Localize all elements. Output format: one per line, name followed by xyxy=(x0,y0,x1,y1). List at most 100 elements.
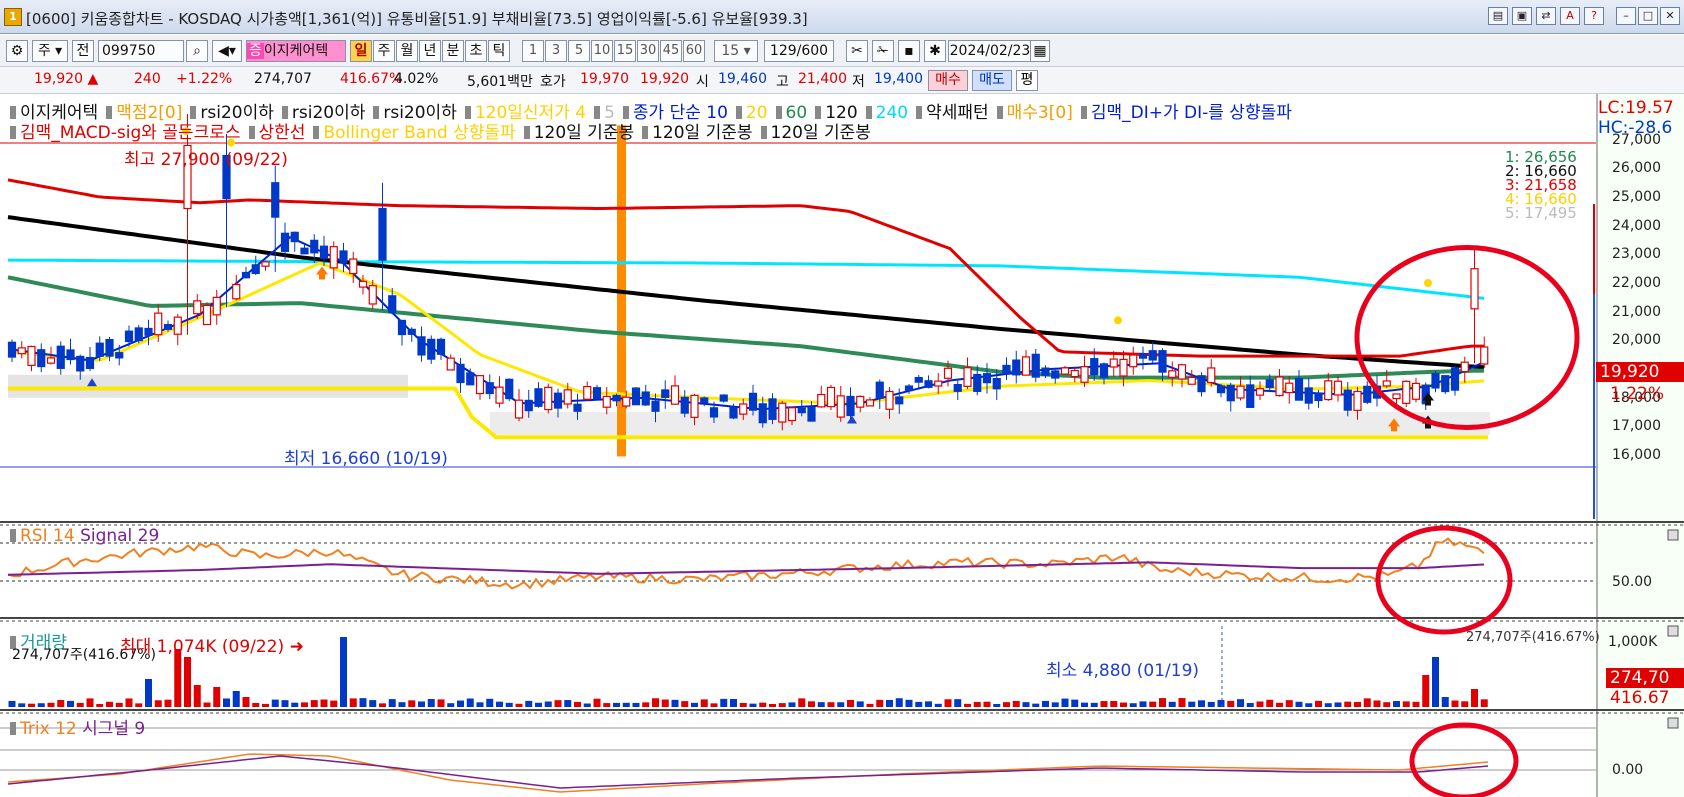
close-icon[interactable]: ✕ xyxy=(1660,7,1680,25)
candle-body xyxy=(1255,388,1265,396)
candle-body xyxy=(1051,370,1060,379)
volume-bar xyxy=(496,701,503,707)
legend-item[interactable]: 김맥_DI+가 DI-를 상향돌파 xyxy=(1091,103,1292,123)
candle-body xyxy=(963,367,972,387)
volume-bar xyxy=(1207,701,1215,707)
legend-item[interactable]: 120일 기준봉 xyxy=(652,123,752,143)
minute-tab-2[interactable]: 5 xyxy=(568,40,590,62)
tools-icon[interactable]: ✂ xyxy=(846,40,868,62)
code-input[interactable]: 099750 xyxy=(98,40,184,62)
candle-body xyxy=(778,402,787,423)
link-icon[interactable]: ⇄ xyxy=(1536,7,1556,25)
legend-item[interactable]: 매수3[0] xyxy=(1007,103,1073,123)
volume-bar xyxy=(973,702,981,707)
legend-item[interactable]: 120일 기준봉 xyxy=(771,123,871,143)
period-tab-6[interactable]: 틱 xyxy=(488,40,510,62)
search-icon[interactable]: ⌕ xyxy=(186,40,208,62)
legend-item[interactable]: 상한선 xyxy=(259,123,306,143)
volume-bar xyxy=(301,702,308,707)
price-tick: 26,000 xyxy=(1612,160,1661,177)
indicator-prefix: 증 xyxy=(247,43,264,59)
minute-tab-4[interactable]: 15 xyxy=(614,40,636,62)
save-icon[interactable]: ▪ xyxy=(898,40,920,62)
volume-bar xyxy=(730,698,737,707)
candle-body xyxy=(475,375,485,395)
candle-body xyxy=(1314,392,1323,402)
prev-button[interactable]: 전 xyxy=(72,40,94,62)
candle-body xyxy=(115,352,124,359)
candle-body xyxy=(690,394,699,418)
minute-tab-5[interactable]: 30 xyxy=(637,40,659,62)
chart-area[interactable] xyxy=(0,94,1684,797)
candle-body xyxy=(563,389,572,405)
period-select[interactable]: 주 ▾ xyxy=(32,40,68,62)
minimize-icon[interactable]: – xyxy=(1616,7,1636,25)
candle-body xyxy=(300,247,309,255)
sell-button[interactable]: 매도 xyxy=(972,70,1012,91)
indicator-button[interactable]: 증 이지케어텍 xyxy=(246,40,346,62)
price-tick: 17,000 xyxy=(1612,418,1661,435)
candle-body xyxy=(456,363,465,384)
candle-body xyxy=(1138,353,1148,359)
period-tab-2[interactable]: 월 xyxy=(396,40,418,62)
candle-body xyxy=(358,280,368,288)
minute-tab-3[interactable]: 10 xyxy=(591,40,613,62)
volume-bar xyxy=(330,700,338,707)
volume-bar xyxy=(1217,699,1225,707)
date-input[interactable]: 2024/02/23 xyxy=(948,40,1032,62)
minute-select[interactable]: 15 ▾ xyxy=(714,40,758,62)
candle-body xyxy=(1382,380,1391,387)
candle-body xyxy=(46,357,56,364)
help-icon[interactable]: ? xyxy=(1584,7,1604,25)
period-tab-4[interactable]: 분 xyxy=(442,40,464,62)
period-tab-0[interactable]: 일 xyxy=(350,40,372,62)
volume-bar xyxy=(993,703,1001,707)
legend-item[interactable]: 120일 기준봉 xyxy=(534,123,634,143)
volume-bar xyxy=(1461,701,1469,707)
speaker-icon[interactable]: ◀▾ xyxy=(212,40,242,62)
candle-body xyxy=(1187,376,1196,385)
settings-icon[interactable]: ✱ xyxy=(924,40,946,62)
buy-button[interactable]: 매수 xyxy=(928,70,968,91)
minute-tab-6[interactable]: 45 xyxy=(660,40,682,62)
legend-item[interactable]: 240 xyxy=(876,103,908,123)
maximize-icon[interactable]: □ xyxy=(1638,7,1658,25)
candle-body xyxy=(670,385,680,405)
window-icon[interactable]: ▣ xyxy=(1512,7,1532,25)
minute-tab-1[interactable]: 3 xyxy=(545,40,567,62)
period-tab-5[interactable]: 초 xyxy=(465,40,487,62)
volume-max-text: 최대 1,074K (09/22) xyxy=(120,637,285,657)
candle-body xyxy=(1168,370,1177,378)
period-tab-1[interactable]: 주 xyxy=(373,40,395,62)
open-value: 19,460 xyxy=(718,71,767,87)
minute-tab-7[interactable]: 60 xyxy=(683,40,705,62)
volume-bar xyxy=(18,703,26,707)
pane-close-icon xyxy=(1667,625,1679,637)
avg-button[interactable]: 평 xyxy=(1016,70,1038,91)
layout-icon[interactable]: ▤ xyxy=(1488,7,1508,25)
legend-item[interactable]: 약세패턴 xyxy=(926,103,989,123)
candle-body xyxy=(1060,367,1070,375)
volume-bar xyxy=(876,699,884,707)
candle-body xyxy=(144,327,153,336)
volume-bar xyxy=(710,703,718,707)
calendar-icon[interactable]: ▦ xyxy=(1030,40,1050,62)
legend-item[interactable]: Bollinger Band 상향돌파 xyxy=(323,123,515,143)
scissor-icon[interactable]: ✁ xyxy=(872,40,894,62)
count-input[interactable]: 129/600 xyxy=(764,40,834,62)
candle-body xyxy=(1080,366,1089,383)
candle-body xyxy=(553,392,563,409)
candle-body xyxy=(319,245,329,259)
volume-bar xyxy=(554,700,562,707)
font-icon[interactable]: A xyxy=(1560,7,1580,25)
volume-bar xyxy=(310,700,318,707)
volume-bar xyxy=(1139,701,1147,707)
minute-tab-0[interactable]: 1 xyxy=(522,40,544,62)
period-tab-3[interactable]: 년 xyxy=(419,40,441,62)
volume-bar xyxy=(1266,699,1274,707)
legend-box xyxy=(642,126,649,139)
chart-menu-icon[interactable]: ⚙ xyxy=(6,40,28,62)
legend-item[interactable]: 김맥_MACD-sig와 골든크로스 xyxy=(20,123,241,143)
volume-bar xyxy=(145,679,152,707)
volume-bar xyxy=(1324,703,1332,707)
